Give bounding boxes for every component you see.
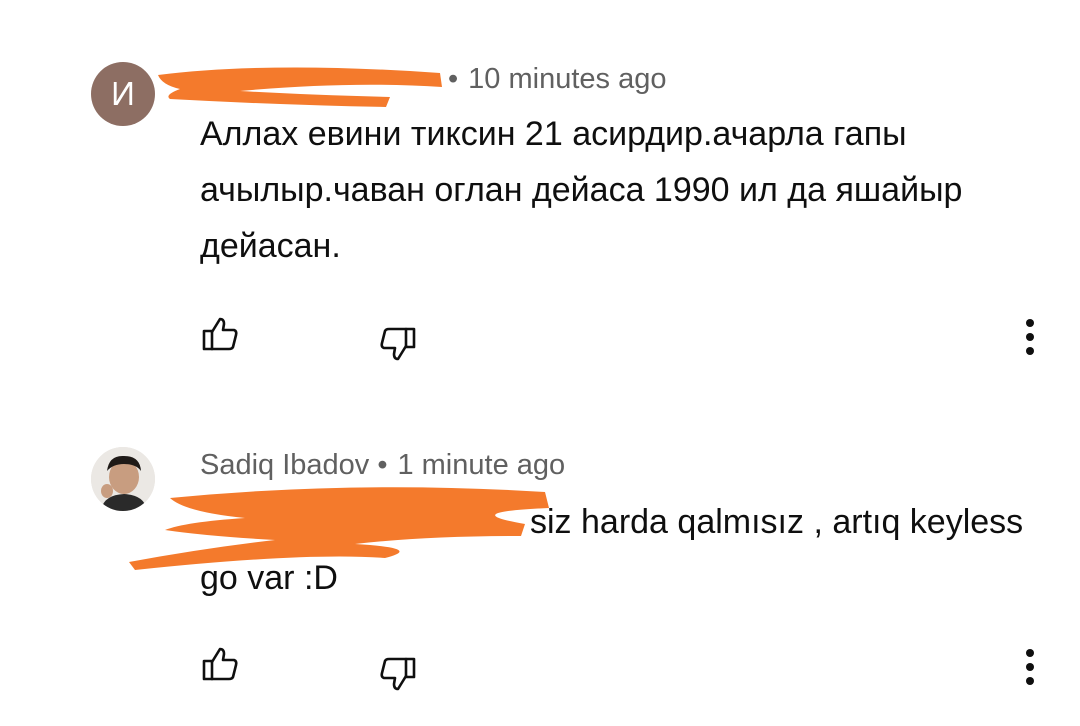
thumb-down-icon [380,657,416,691]
more-vertical-icon [1026,649,1034,685]
like-button[interactable] [198,642,242,686]
comment-text: siz harda qalmısız , artıq keyless go va… [200,494,1040,606]
comment-2: Sadiq Ibadov • 1 minute ago siz harda qalm… [0,0,1080,726]
comment-text-visible: siz harda qalmısız , artıq keyless go va… [200,503,1024,597]
dislike-button[interactable] [376,652,420,696]
profile-photo [91,447,155,511]
author-avatar[interactable] [91,447,155,511]
comment-time[interactable]: 1 minute ago [397,449,565,481]
meta-separator: • [377,449,388,481]
thumb-up-icon [202,647,238,681]
author-name[interactable]: Sadiq Ibadov [200,449,369,481]
more-options-button[interactable] [1010,642,1050,692]
comment-meta: Sadiq Ibadov • 1 minute ago [200,449,565,482]
